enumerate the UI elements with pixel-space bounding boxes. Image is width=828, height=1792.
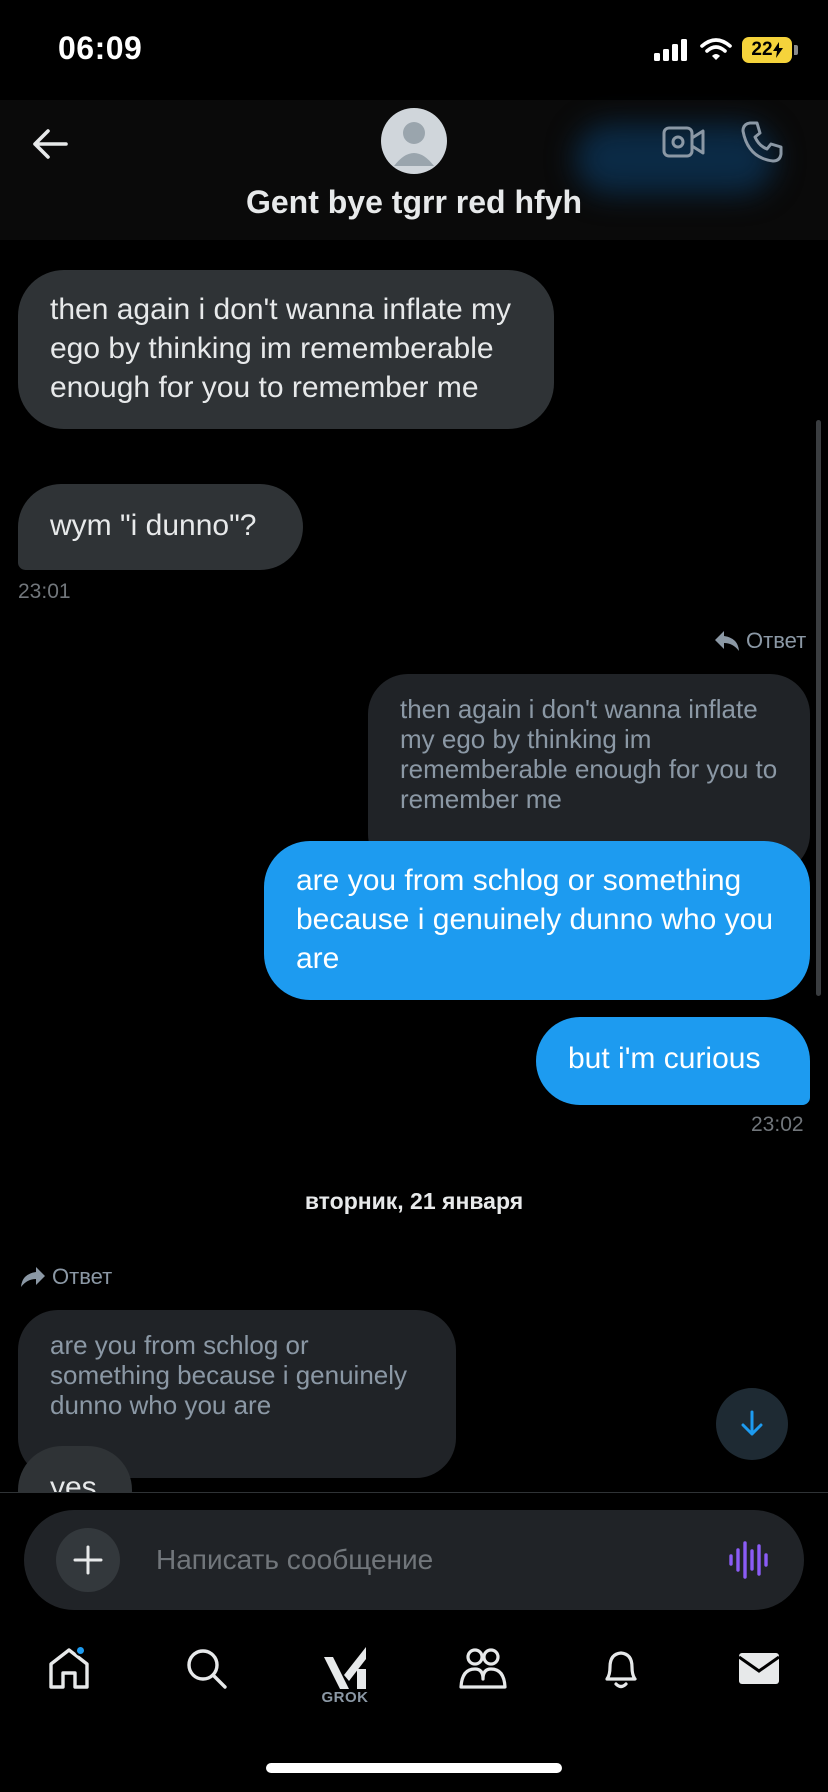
avatar[interactable] [381,108,447,174]
status-icons: 22 [654,36,798,64]
scroll-to-bottom-button[interactable] [716,1388,788,1460]
search-icon [187,1649,227,1689]
reply-label: Ответ [52,1264,113,1289]
message-timestamp: 23:02 [751,1113,804,1136]
default-avatar-icon [394,122,434,166]
battery-nub [794,45,798,55]
video-call-icon [662,126,705,158]
charging-bolt-icon [772,42,783,58]
status-bar: 06:09 22 [0,0,828,100]
bottom-nav: GROK [0,1625,828,1725]
grok-label: GROK [321,1689,369,1706]
plus-icon [73,1545,103,1575]
message-text: are you from schlog or something because… [296,864,774,975]
forward-icon [21,1267,45,1287]
battery-indicator: 22 [742,37,792,63]
message-text: but i'm curious [568,1042,761,1075]
quoted-text: are you from schlog or something because… [50,1330,408,1420]
status-time: 06:09 [58,30,143,66]
phone-call-button[interactable] [738,118,786,166]
message-input[interactable] [156,1538,676,1582]
reply-icon [715,631,739,651]
scrollbar[interactable] [816,420,821,996]
message-composer [24,1510,804,1610]
cellular-signal-icon [654,39,687,61]
communities-icon [459,1648,507,1689]
voice-wave-icon [729,1541,768,1579]
wifi-icon [700,38,732,60]
notification-dot [75,1645,86,1656]
chat-header: Gent bye tgrr red hfyh [0,100,828,240]
contact-name[interactable]: Gent bye tgrr red hfyh [0,184,828,221]
voice-message-button[interactable] [728,1540,772,1580]
nav-notifications[interactable] [591,1645,651,1709]
nav-messages[interactable] [729,1645,789,1709]
back-button[interactable] [24,118,76,170]
nav-search[interactable] [176,1645,236,1709]
back-arrow-icon [33,129,68,159]
video-call-button[interactable] [660,118,708,166]
nav-communities[interactable] [453,1645,513,1709]
quoted-text: then again i don't wanna inflate my ego … [400,694,778,814]
outgoing-message[interactable]: are you from schlog or something because… [264,841,810,1000]
phone-icon [741,121,783,163]
outgoing-message[interactable]: but i'm curious [536,1017,810,1105]
grok-icon [324,1647,366,1689]
reply-indicator: Ответ [20,1264,112,1290]
bell-icon [605,1651,637,1689]
composer-divider [0,1492,828,1493]
incoming-message[interactable]: then again i don't wanna inflate my ego … [18,270,554,429]
nav-grok[interactable]: GROK [315,1645,375,1709]
incoming-message[interactable]: wym "i dunno"? [18,484,303,570]
arrow-down-icon [741,1410,763,1436]
add-attachment-button[interactable] [56,1528,120,1592]
battery-level: 22 [751,39,773,60]
message-text: yes [50,1471,97,1492]
home-indicator[interactable] [266,1763,562,1773]
message-timestamp: 23:01 [18,580,71,603]
mail-icon [738,1653,780,1684]
message-text: then again i don't wanna inflate my ego … [50,293,512,404]
reply-indicator: Ответ [714,628,806,654]
nav-home[interactable] [39,1645,99,1709]
message-list[interactable]: then again i don't wanna inflate my ego … [0,240,828,1492]
message-text: wym "i dunno"? [50,509,257,542]
reply-label: Ответ [746,628,807,653]
date-separator: вторник, 21 января [304,1188,524,1214]
